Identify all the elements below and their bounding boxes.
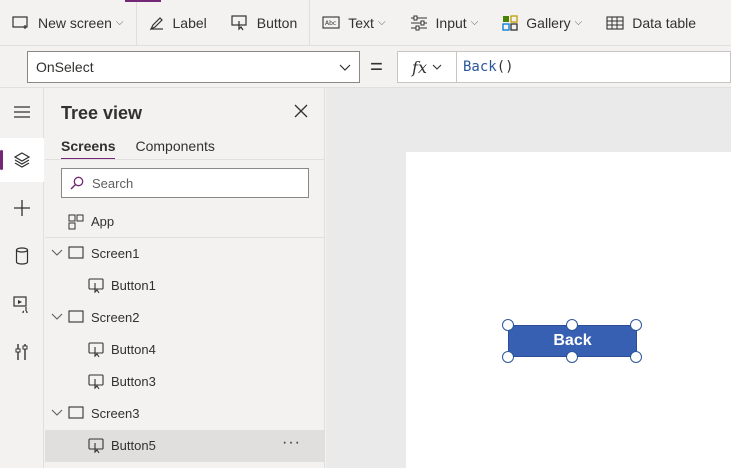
tree-item-label: Screen3 — [91, 406, 140, 421]
resize-handle-top-right[interactable] — [630, 319, 642, 331]
button-control-icon — [88, 438, 104, 454]
close-icon — [294, 104, 308, 118]
insert-label-button[interactable]: Label — [137, 0, 219, 46]
tree-item-control[interactable]: Button4 — [45, 334, 325, 366]
insert-text-dropdown[interactable]: Abc Text ⌵ — [310, 0, 397, 46]
more-options-icon[interactable]: ··· — [282, 434, 301, 452]
insert-gallery-dropdown[interactable]: Gallery ⌵ — [490, 0, 594, 46]
tree-item-label: App — [91, 214, 115, 229]
chevron-down-icon: ⌵ — [377, 17, 386, 28]
tree-item-control[interactable]: Button3 — [45, 366, 325, 398]
resize-handle-top-left[interactable] — [502, 319, 514, 331]
close-button[interactable] — [294, 104, 308, 121]
fx-icon: fx — [412, 57, 427, 77]
media-icon — [13, 296, 28, 313]
search-icon — [70, 176, 84, 190]
label-text: Label — [172, 14, 207, 31]
resize-handle-top[interactable] — [566, 319, 578, 331]
screen-icon — [68, 246, 84, 259]
active-tab-indicator — [125, 0, 161, 2]
tree-item-control-selected[interactable]: Button5 ··· — [45, 430, 325, 462]
data-button[interactable] — [0, 234, 44, 278]
chevron-down-icon: ⌵ — [115, 17, 124, 28]
data-table-icon — [606, 15, 624, 30]
new-screen-icon — [12, 15, 28, 29]
tree-item-screen[interactable]: Screen3 — [45, 398, 325, 430]
tree-item-label: Screen1 — [91, 246, 140, 261]
left-rail — [0, 88, 44, 468]
tree-view-title: Tree view — [61, 103, 143, 123]
tab-components[interactable]: Components — [135, 138, 214, 160]
formula-input[interactable]: Back() — [457, 51, 731, 83]
tree-item-screen[interactable]: Screen2 — [45, 302, 325, 334]
menu-button[interactable] — [0, 90, 44, 134]
text-label: Text — [348, 14, 374, 31]
data-table-label: Data table — [632, 14, 697, 31]
tree-tabs: Screens Components — [61, 138, 235, 160]
insert-data-table-button[interactable]: Data table — [594, 0, 708, 46]
button-control-icon — [88, 342, 104, 358]
gallery-icon — [502, 14, 518, 31]
new-screen-button[interactable]: New screen ⌵ — [0, 0, 136, 46]
chevron-down-icon — [339, 64, 351, 71]
plus-icon — [14, 200, 30, 216]
screen-icon — [68, 310, 84, 323]
formula-function: Back — [463, 59, 497, 75]
tree-item-control[interactable]: Button1 — [45, 270, 325, 302]
insert-button-button[interactable]: Button — [219, 0, 309, 46]
button-icon — [231, 14, 247, 30]
text-icon: Abc — [322, 15, 340, 29]
property-value: OnSelect — [36, 59, 94, 75]
label-icon — [149, 16, 163, 30]
button-text: Button — [256, 14, 298, 31]
tree-item-label: Button3 — [111, 374, 156, 389]
app-icon — [68, 214, 84, 230]
hamburger-icon — [14, 106, 30, 118]
input-label: Input — [435, 14, 467, 31]
chevron-down-icon — [51, 313, 63, 320]
svg-text:Abc: Abc — [325, 20, 336, 27]
tab-screens[interactable]: Screens — [61, 138, 116, 160]
tree-item-label: Button5 — [111, 438, 156, 453]
insert-button[interactable] — [0, 186, 44, 230]
new-screen-label: New screen — [38, 14, 112, 31]
resize-handle-bottom-right[interactable] — [630, 351, 642, 363]
media-button[interactable] — [0, 282, 44, 326]
tools-icon — [15, 344, 28, 360]
formula-args: () — [496, 59, 514, 75]
tree-item-label: Screen2 — [91, 310, 140, 325]
insert-input-dropdown[interactable]: Input ⌵ — [398, 0, 491, 46]
tabs-divider — [45, 159, 325, 160]
button-control-icon — [88, 278, 104, 294]
resize-handle-bottom-left[interactable] — [502, 351, 514, 363]
command-toolbar: New screen ⌵ Label Button Abc Text ⌵ Inp… — [0, 0, 731, 46]
fx-button[interactable]: fx — [397, 51, 457, 83]
tree-item-label: Button4 — [111, 342, 156, 357]
tree-item-label: Button1 — [111, 278, 156, 293]
layers-icon — [13, 152, 31, 168]
chevron-down-icon — [51, 409, 63, 416]
search-input[interactable]: Search — [61, 168, 309, 198]
tree-view-panel: Tree view Screens Components Search App … — [45, 88, 325, 468]
input-icon — [410, 15, 427, 30]
chevron-down-icon: ⌵ — [574, 17, 583, 28]
screen-icon — [68, 406, 84, 419]
equals-sign: = — [370, 54, 383, 79]
advanced-tools-button[interactable] — [0, 330, 44, 374]
button-control-icon — [88, 374, 104, 390]
tree-item-app[interactable]: App — [45, 206, 325, 238]
chevron-down-icon: ⌵ — [470, 17, 479, 28]
tree-view-button[interactable] — [0, 138, 44, 182]
chevron-down-icon — [432, 64, 442, 70]
tree-item-screen[interactable]: Screen1 — [45, 238, 325, 270]
app-screen-canvas[interactable] — [406, 152, 731, 468]
chevron-down-icon — [51, 249, 63, 256]
property-dropdown[interactable]: OnSelect — [27, 51, 360, 83]
database-icon — [15, 247, 29, 265]
gallery-label: Gallery — [526, 14, 571, 31]
search-placeholder: Search — [92, 175, 134, 191]
resize-handle-bottom[interactable] — [566, 351, 578, 363]
